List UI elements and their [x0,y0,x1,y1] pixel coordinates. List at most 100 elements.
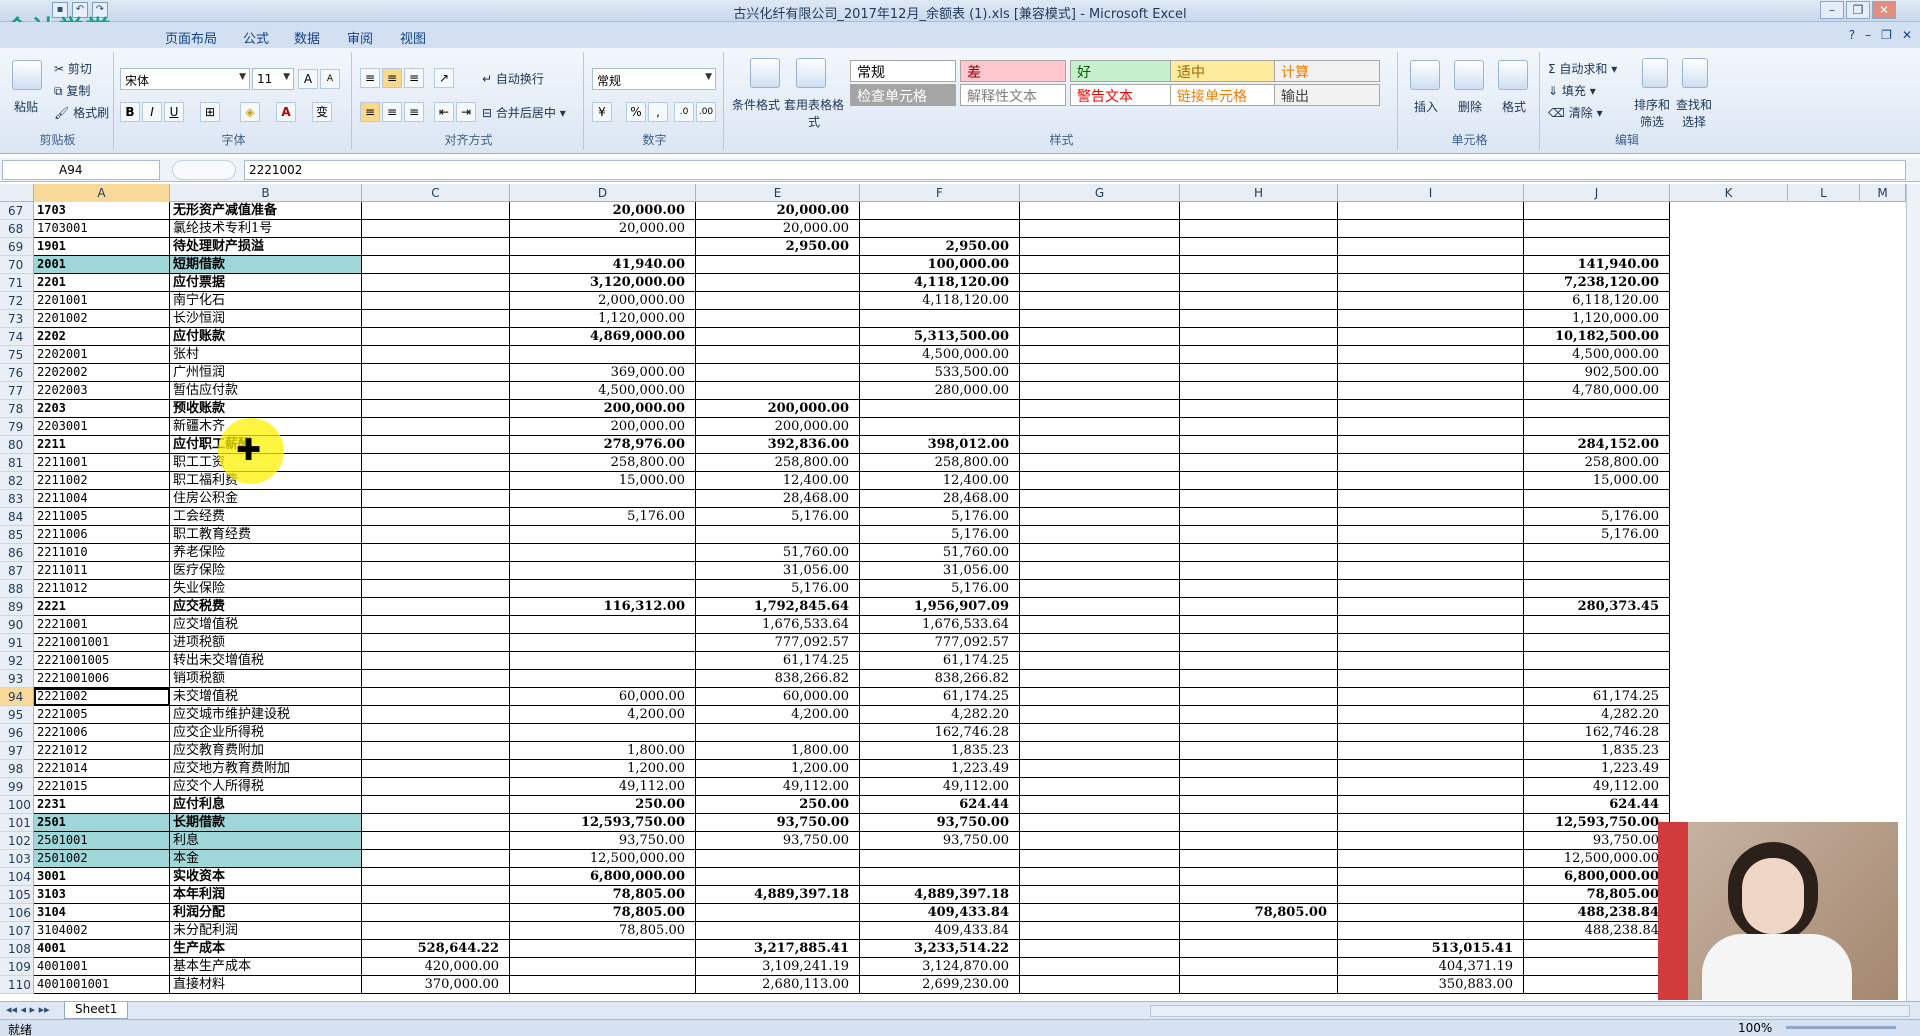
cell-J88[interactable] [1524,580,1670,598]
cell-C82[interactable] [362,472,510,490]
cell-E104[interactable] [696,868,860,886]
comma-button[interactable]: , [648,102,668,122]
cell-I93[interactable] [1338,670,1524,688]
cell-J69[interactable] [1524,238,1670,256]
cell-A94[interactable]: 2221002 [34,688,170,706]
cell-F94[interactable]: 61,174.25 [860,688,1020,706]
cell-A68[interactable]: 1703001 [34,220,170,238]
cell-I73[interactable] [1338,310,1524,328]
cell-F73[interactable] [860,310,1020,328]
cell-E79[interactable]: 200,000.00 [696,418,860,436]
cell-G92[interactable] [1020,652,1180,670]
cell-B83[interactable]: 住房公积金 [170,490,362,508]
cell-E98[interactable]: 1,200.00 [696,760,860,778]
cell-B105[interactable]: 本年利润 [170,886,362,904]
cell-E103[interactable] [696,850,860,868]
cell-I80[interactable] [1338,436,1524,454]
cell-D74[interactable]: 4,869,000.00 [510,328,696,346]
cell-A83[interactable]: 2211004 [34,490,170,508]
cell-D110[interactable] [510,976,696,994]
cell-C101[interactable] [362,814,510,832]
cell-G104[interactable] [1020,868,1180,886]
row-header[interactable]: 97 [0,742,34,760]
percent-button[interactable]: % [626,102,646,122]
column-header-A[interactable]: A [34,184,170,202]
cell-G86[interactable] [1020,544,1180,562]
cell-E72[interactable] [696,292,860,310]
cell-A102[interactable]: 2501001 [34,832,170,850]
cell-D72[interactable]: 2,000,000.00 [510,292,696,310]
cell-G89[interactable] [1020,598,1180,616]
cell-D73[interactable]: 1,120,000.00 [510,310,696,328]
cell-G103[interactable] [1020,850,1180,868]
cell-I75[interactable] [1338,346,1524,364]
cell-J108[interactable] [1524,940,1670,958]
row-header[interactable]: 73 [0,310,34,328]
cell-H91[interactable] [1180,634,1338,652]
cell-C106[interactable] [362,904,510,922]
row-header[interactable]: 68 [0,220,34,238]
cell-A108[interactable]: 4001 [34,940,170,958]
cell-C88[interactable] [362,580,510,598]
cell-G102[interactable] [1020,832,1180,850]
cell-A70[interactable]: 2001 [34,256,170,274]
cell-J78[interactable] [1524,400,1670,418]
row-header[interactable]: 89 [0,598,34,616]
row-header[interactable]: 101 [0,814,34,832]
row-header[interactable]: 106 [0,904,34,922]
cell-C91[interactable] [362,634,510,652]
cell-G99[interactable] [1020,778,1180,796]
cell-B106[interactable]: 利润分配 [170,904,362,922]
cell-E68[interactable]: 20,000.00 [696,220,860,238]
cell-B74[interactable]: 应付账款 [170,328,362,346]
cell-E102[interactable]: 93,750.00 [696,832,860,850]
row-header[interactable]: 72 [0,292,34,310]
cell-H99[interactable] [1180,778,1338,796]
cell-D89[interactable]: 116,312.00 [510,598,696,616]
cell-B85[interactable]: 职工教育经费 [170,526,362,544]
cell-D70[interactable]: 41,940.00 [510,256,696,274]
cell-F107[interactable]: 409,433.84 [860,922,1020,940]
column-header-E[interactable]: E [696,184,860,202]
cell-style-7[interactable]: 解释性文本 [960,84,1066,106]
cell-J97[interactable]: 1,835.23 [1524,742,1670,760]
fill-color-icon[interactable]: ◈ [240,102,260,122]
cell-A95[interactable]: 2221005 [34,706,170,724]
cell-B96[interactable]: 应交企业所得税 [170,724,362,742]
cell-D107[interactable]: 78,805.00 [510,922,696,940]
cell-J96[interactable]: 162,746.28 [1524,724,1670,742]
restore-button[interactable]: ❐ [1846,1,1870,19]
formula-input[interactable]: 2221002 [244,160,1906,180]
row-header[interactable]: 75 [0,346,34,364]
cell-J73[interactable]: 1,120,000.00 [1524,310,1670,328]
cell-I98[interactable] [1338,760,1524,778]
row-header[interactable]: 67 [0,202,34,220]
cell-H107[interactable] [1180,922,1338,940]
cell-J104[interactable]: 6,800,000.00 [1524,868,1670,886]
cell-G87[interactable] [1020,562,1180,580]
cell-B101[interactable]: 长期借款 [170,814,362,832]
cell-A69[interactable]: 1901 [34,238,170,256]
cell-A110[interactable]: 4001001001 [34,976,170,994]
cell-J67[interactable] [1524,202,1670,220]
align-center-icon[interactable]: ≡ [382,102,402,122]
fill-button[interactable]: ⇓ 填充 ▾ [1548,82,1596,99]
cell-D94[interactable]: 60,000.00 [510,688,696,706]
cell-E108[interactable]: 3,217,885.41 [696,940,860,958]
cell-I70[interactable] [1338,256,1524,274]
name-box[interactable]: A94 [2,160,160,180]
horizontal-scrollbar[interactable] [1150,1005,1910,1017]
conditional-format-button[interactable]: 条件格式 [732,96,780,113]
cell-H77[interactable] [1180,382,1338,400]
row-header[interactable]: 92 [0,652,34,670]
cell-G75[interactable] [1020,346,1180,364]
cell-I99[interactable] [1338,778,1524,796]
autosum-button[interactable]: Σ 自动求和 ▾ [1548,60,1617,77]
cell-A100[interactable]: 2231 [34,796,170,814]
format-table-icon[interactable] [796,58,826,88]
cell-H104[interactable] [1180,868,1338,886]
cell-G70[interactable] [1020,256,1180,274]
cell-A103[interactable]: 2501002 [34,850,170,868]
cell-E90[interactable]: 1,676,533.64 [696,616,860,634]
cell-B104[interactable]: 实收资本 [170,868,362,886]
